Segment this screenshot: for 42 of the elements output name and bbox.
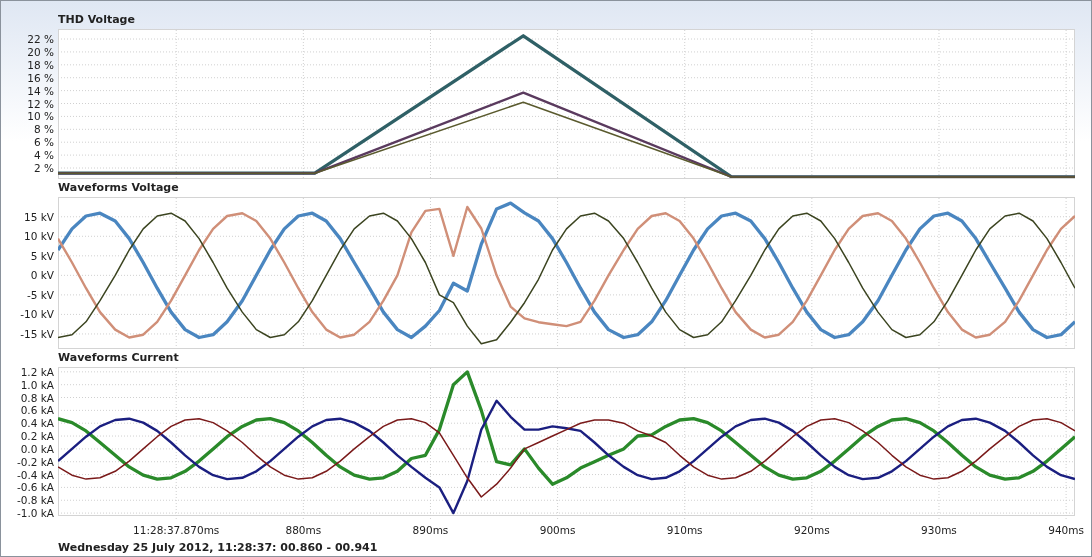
axis-label: -15 kV — [20, 327, 54, 340]
axis-label: -0.8 kA — [16, 494, 54, 507]
axis-label: 18 % — [27, 58, 54, 71]
axis-label: 4 % — [34, 149, 54, 162]
axis-label: 910ms — [666, 524, 703, 536]
axis-label: 940ms — [1048, 524, 1084, 536]
axis-label: 0 kV — [30, 269, 54, 282]
axis-label: 14 % — [27, 84, 54, 97]
axis-label: 16 % — [27, 71, 54, 84]
date-range-label: Wednesday 25 July 2012, 11:28:37: 00.860 - 00.941 — [57, 541, 379, 555]
axis-label: 6 % — [34, 136, 54, 149]
chart-title: Waveforms Current — [57, 350, 180, 366]
axis-label: -0.4 kA — [16, 468, 54, 481]
axis-label: 15 kV — [24, 210, 54, 223]
axis-label: 890ms — [412, 524, 449, 536]
axis-label: 22 % — [27, 33, 54, 46]
axis-label: 0.6 kA — [20, 404, 54, 417]
axis-label: 930ms — [921, 524, 957, 536]
axis-label: 0.2 kA — [20, 430, 54, 443]
axis-label: 1.2 kA — [20, 366, 54, 378]
axis-label: 0.0 kA — [20, 442, 54, 455]
axis-label: 8 % — [34, 123, 54, 136]
axis-label: 10 kV — [24, 230, 54, 243]
chart-title: THD Voltage — [57, 12, 136, 28]
axis-label: 11:28:37.870ms — [133, 524, 220, 536]
axis-label: -0.2 kA — [16, 455, 54, 468]
axis-label: 900ms — [539, 524, 576, 536]
axis-label: 10 % — [27, 110, 54, 123]
axis-label: 5 kV — [30, 249, 54, 262]
axis-label: 12 % — [27, 97, 54, 110]
chart-title: Waveforms Voltage — [57, 180, 180, 196]
axis-label: 920ms — [794, 524, 830, 536]
axis-label: -1.0 kA — [16, 507, 54, 520]
axis-label: 0.4 kA — [20, 417, 54, 430]
axis-label: 0.8 kA — [20, 391, 54, 404]
axis-label: 880ms — [285, 524, 322, 536]
axis-label: 1.0 kA — [20, 378, 54, 391]
axis-label: -10 kV — [20, 308, 54, 321]
axis-label: 20 % — [27, 45, 54, 58]
axis-label: -5 kV — [26, 288, 54, 301]
axis-label: -0.6 kA — [16, 481, 54, 494]
axis-label: 2 % — [34, 162, 54, 174]
